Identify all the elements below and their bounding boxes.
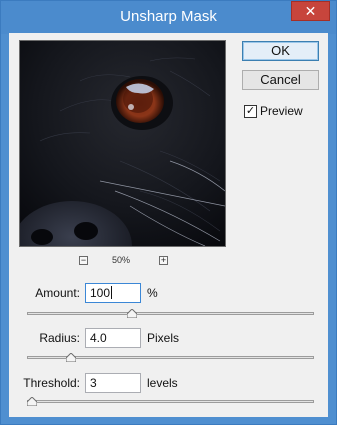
- zoom-out-icon[interactable]: −: [79, 256, 88, 265]
- threshold-unit: levels: [147, 376, 178, 390]
- radius-label: Radius:: [39, 331, 80, 345]
- threshold-label: Threshold:: [23, 376, 80, 390]
- threshold-value: 3: [90, 376, 97, 390]
- threshold-slider-thumb[interactable]: [27, 397, 37, 406]
- zoom-in-icon[interactable]: +: [159, 256, 168, 265]
- amount-slider-track[interactable]: [27, 312, 314, 315]
- amount-field[interactable]: 100: [85, 283, 141, 303]
- dialog-window: Unsharp Mask ✕ − 50% + OK Cancel ✓ Previ…: [0, 0, 337, 425]
- radius-unit: Pixels: [147, 331, 180, 345]
- window-title: Unsharp Mask: [120, 8, 217, 25]
- amount-value: 100: [90, 286, 111, 300]
- dialog-body: − 50% + OK Cancel ✓ Preview Amount: 100 …: [9, 33, 328, 417]
- close-button[interactable]: ✕: [291, 1, 330, 21]
- preview-photo: [20, 41, 225, 246]
- radius-value: 4.0: [90, 331, 107, 345]
- preview-checkbox-label: Preview: [260, 104, 303, 118]
- cancel-button[interactable]: Cancel: [242, 70, 319, 90]
- threshold-field[interactable]: 3: [85, 373, 141, 393]
- amount-unit: %: [147, 286, 158, 300]
- title-bar[interactable]: Unsharp Mask ✕: [1, 1, 336, 34]
- threshold-slider-track[interactable]: [27, 400, 314, 403]
- ok-button[interactable]: OK: [242, 41, 319, 61]
- text-caret: [111, 286, 113, 299]
- radius-slider-thumb[interactable]: [65, 353, 76, 362]
- radius-field[interactable]: 4.0: [85, 328, 141, 348]
- preview-checkbox[interactable]: ✓: [244, 105, 257, 118]
- amount-slider-thumb[interactable]: [126, 309, 137, 318]
- zoom-level: 50%: [112, 255, 131, 265]
- preview-image[interactable]: [19, 40, 226, 247]
- amount-label: Amount:: [35, 286, 80, 300]
